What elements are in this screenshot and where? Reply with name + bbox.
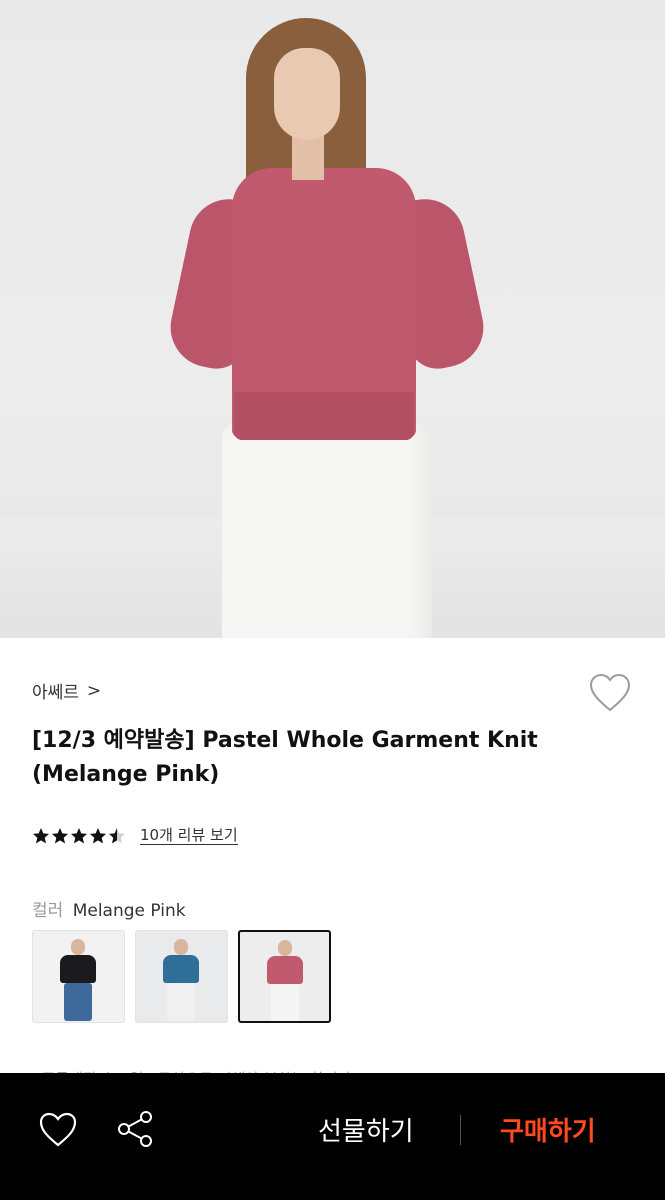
bottom-action-bar: 선물하기 구매하기 (0, 1073, 665, 1200)
star-icon (71, 827, 87, 843)
brand-link[interactable]: 아쎄르 > (32, 678, 102, 704)
thumb-model-head (71, 939, 85, 955)
color-option-blue-sweater[interactable] (135, 930, 228, 1023)
star-icon (109, 827, 125, 843)
thumb-model-bottom (64, 983, 92, 1021)
model-pants (222, 420, 432, 638)
buy-button[interactable]: 구매하기 (500, 1111, 596, 1148)
heart-outline-icon[interactable] (588, 672, 632, 714)
share-icon[interactable] (114, 1109, 158, 1149)
product-main-image[interactable] (0, 0, 665, 638)
model-face (274, 48, 340, 140)
rating-row: 10개 리뷰 보기 (32, 826, 238, 845)
color-option-black-sweater[interactable] (32, 930, 125, 1023)
color-line: 컬러 Melange Pink (32, 896, 186, 921)
sweater-hem (234, 392, 414, 440)
star-rating (32, 827, 126, 845)
star-icon (52, 827, 68, 843)
product-title-line2: (Melange Pink) (32, 762, 220, 787)
thumb-model-head (174, 939, 188, 955)
thumb-model-bottom (271, 984, 299, 1021)
product-title: [12/3 예약발송] Pastel Whole Garment Knit (M… (32, 724, 592, 792)
thumb-model-bottom (167, 983, 195, 1021)
color-value: Melange Pink (72, 901, 186, 921)
product-title-line1: [12/3 예약발송] Pastel Whole Garment Knit (32, 728, 538, 753)
color-option-pink-sweater[interactable] (238, 930, 331, 1023)
heart-outline-icon[interactable] (36, 1109, 80, 1149)
thumb-model-top (163, 955, 199, 983)
thumb-model-top (267, 956, 303, 984)
star-icon (90, 827, 106, 843)
color-thumbnails (32, 930, 331, 1023)
brand-name: 아쎄르 (32, 683, 79, 703)
star-icon (33, 827, 49, 843)
review-link[interactable]: 10개 리뷰 보기 (140, 826, 238, 845)
color-label: 컬러 (32, 901, 64, 921)
thumb-model-head (278, 940, 292, 956)
gift-button[interactable]: 선물하기 (318, 1111, 414, 1148)
chevron-right-icon: > (86, 680, 102, 701)
thumb-model-top (60, 955, 96, 983)
bar-divider (460, 1115, 461, 1145)
